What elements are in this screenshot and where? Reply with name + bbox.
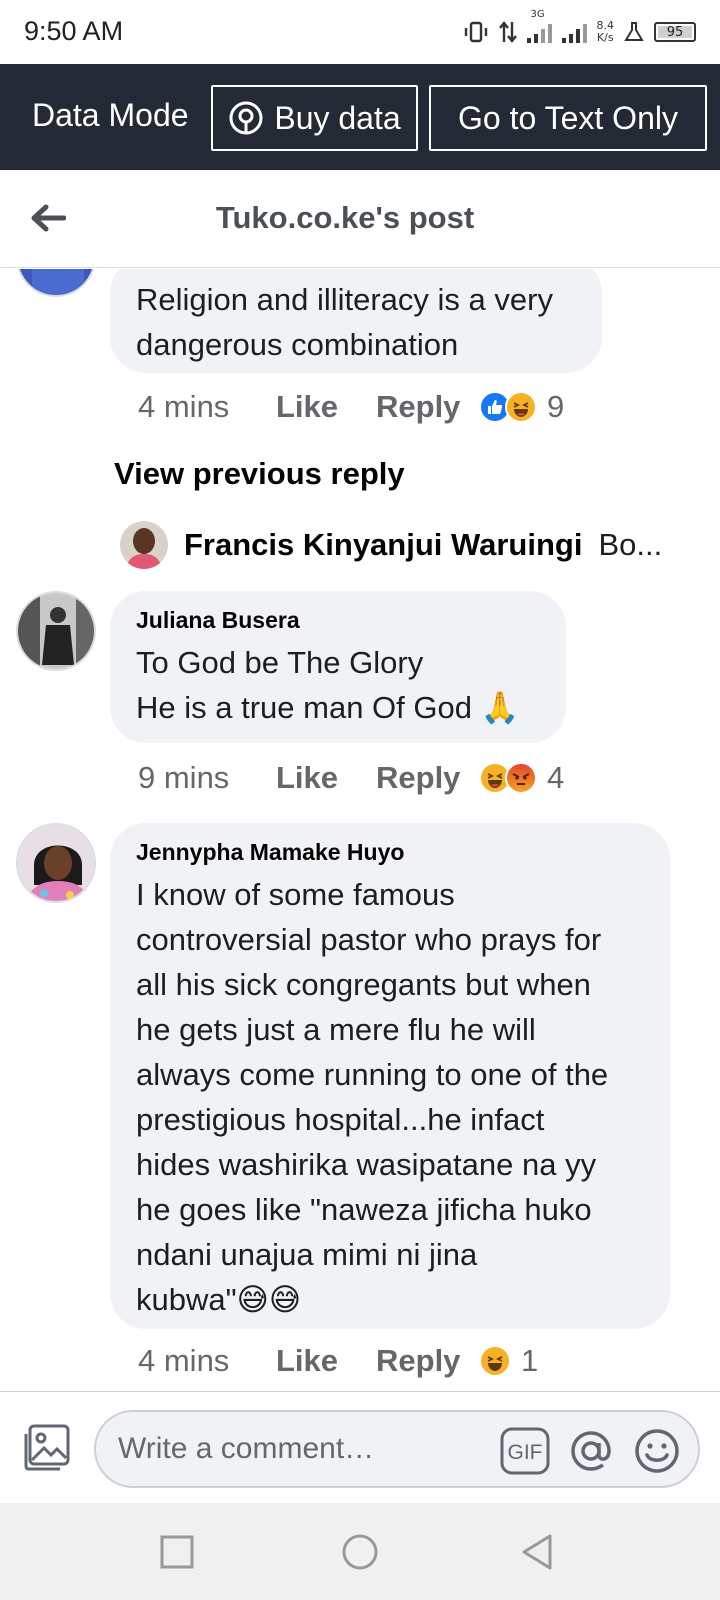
comment-time[interactable]: 9 mins xyxy=(138,760,276,796)
broadcast-icon xyxy=(229,101,263,135)
reactions-summary[interactable]: 9 xyxy=(479,389,564,425)
system-navigation-bar xyxy=(0,1503,720,1600)
status-bar: 9:50 AM 3G 8.4 K/s 95 xyxy=(0,0,720,64)
smiley-icon xyxy=(635,1429,679,1473)
angry-icon xyxy=(505,762,537,794)
status-icons: 3G 8.4 K/s 95 xyxy=(463,9,696,50)
status-time: 9:50 AM xyxy=(24,16,124,46)
recent-apps-button[interactable] xyxy=(154,1529,200,1575)
mention-button[interactable] xyxy=(566,1426,616,1476)
signal-icon: 3G xyxy=(526,9,552,43)
reply-snippet: Bo... xyxy=(598,527,663,562)
triangle-back-icon xyxy=(522,1534,552,1570)
buy-data-label: Buy data xyxy=(274,99,401,136)
comment-actions: 4 mins Like Reply 1 xyxy=(138,1341,538,1381)
network-type-label: 3G xyxy=(530,9,545,20)
vibrate-icon xyxy=(464,21,487,43)
avatar[interactable] xyxy=(16,269,96,297)
data-mode-bar: Data Mode Buy data Go to Text Only xyxy=(0,64,720,170)
view-previous-reply-link[interactable]: View previous reply xyxy=(114,456,405,492)
haha-icon xyxy=(479,1345,511,1377)
comment-feed[interactable]: Religion and illiteracy is a very danger… xyxy=(0,269,720,1391)
comment-input-container[interactable]: GIF xyxy=(94,1410,700,1488)
reaction-count: 9 xyxy=(547,389,565,424)
comment-input[interactable] xyxy=(118,1426,478,1472)
reaction-count: 1 xyxy=(521,1343,539,1378)
emoji-button[interactable] xyxy=(632,1426,682,1476)
back-nav-button[interactable] xyxy=(514,1529,560,1575)
like-button[interactable]: Like xyxy=(276,389,376,425)
battery-icon: 95 xyxy=(654,22,696,42)
comment-text: To God be The Glory He is a true man Of … xyxy=(136,645,520,725)
avatar[interactable] xyxy=(16,823,96,903)
haha-icon xyxy=(505,391,537,423)
post-header: Tuko.co.ke's post xyxy=(0,170,720,268)
reaction-count: 4 xyxy=(547,760,565,795)
network-speed: 8.4 K/s xyxy=(597,20,615,44)
comment-actions: 4 mins Like Reply 9 xyxy=(138,387,564,427)
comment-composer: GIF xyxy=(0,1391,720,1503)
page-title: Tuko.co.ke's post xyxy=(215,200,475,235)
comment-bubble[interactable]: Juliana Busera To God be The Glory He is… xyxy=(110,591,566,743)
reply-button[interactable]: Reply xyxy=(376,760,479,796)
circle-icon xyxy=(342,1534,378,1570)
comment-bubble[interactable]: Jennypha Mamake Huyo I know of some famo… xyxy=(110,823,670,1329)
like-button[interactable]: Like xyxy=(276,1343,376,1379)
buy-data-button[interactable]: Buy data xyxy=(211,85,418,151)
reactions-summary[interactable]: 4 xyxy=(479,760,564,796)
signal-icon-2 xyxy=(561,21,587,43)
data-mode-label: Data Mode xyxy=(32,97,189,133)
like-button[interactable]: Like xyxy=(276,760,376,796)
reply-preview[interactable]: Francis Kinyanjui Waruingi Bo... xyxy=(120,520,662,570)
reactions-summary[interactable]: 1 xyxy=(479,1343,538,1379)
photo-icon xyxy=(24,1424,70,1471)
comment-author[interactable]: Juliana Busera xyxy=(136,607,540,634)
add-photo-button[interactable] xyxy=(20,1422,72,1474)
gif-button[interactable]: GIF xyxy=(500,1426,550,1476)
comment-text: I know of some famous controversial past… xyxy=(136,877,609,1317)
gif-label: GIF xyxy=(508,1441,543,1464)
avatar[interactable] xyxy=(16,591,96,671)
at-sign-icon xyxy=(571,1431,611,1471)
avatar xyxy=(120,521,168,569)
comment-bubble[interactable]: Religion and illiteracy is a very danger… xyxy=(110,269,602,373)
reply-author-name: Francis Kinyanjui Waruingi xyxy=(184,527,583,562)
comment-time[interactable]: 4 mins xyxy=(138,1343,276,1379)
home-button[interactable] xyxy=(337,1529,383,1575)
gif-icon: GIF xyxy=(500,1427,550,1475)
comment-author[interactable]: Jennypha Mamake Huyo xyxy=(136,839,644,866)
flask-icon xyxy=(624,22,644,41)
reply-button[interactable]: Reply xyxy=(376,389,479,425)
comment-actions: 9 mins Like Reply 4 xyxy=(138,758,564,798)
text-only-button[interactable]: Go to Text Only xyxy=(429,85,707,151)
speed-unit: K/s xyxy=(596,31,614,44)
square-icon xyxy=(160,1535,194,1569)
battery-level: 95 xyxy=(666,24,684,40)
comment-time[interactable]: 4 mins xyxy=(138,389,276,425)
comment-text: Religion and illiteracy is a very danger… xyxy=(136,282,553,362)
reply-button[interactable]: Reply xyxy=(376,1343,479,1379)
data-transfer-icon xyxy=(498,21,517,43)
